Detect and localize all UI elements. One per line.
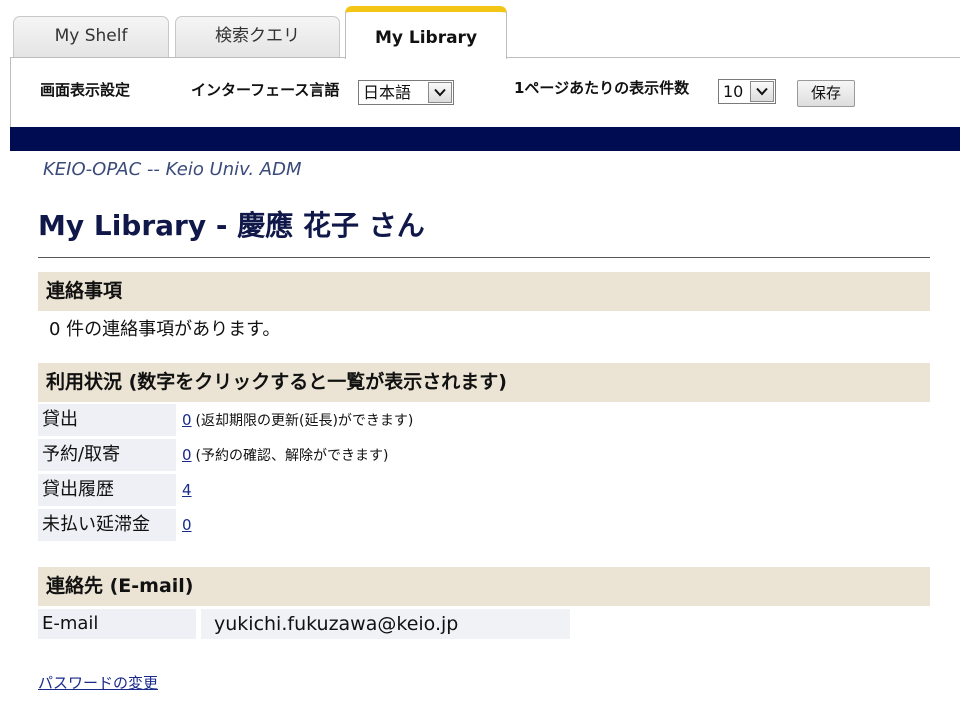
tab-search-query[interactable]: 検索クエリ <box>175 16 340 58</box>
usage-label-loans: 貸出 <box>38 404 176 436</box>
reservations-count-link[interactable]: 0 <box>182 446 192 464</box>
email-value: yukichi.fukuzawa@keio.jp <box>201 609 570 639</box>
usage-value-loan-history: 4 <box>182 474 192 506</box>
notices-heading: 連絡事項 <box>38 272 930 311</box>
reservations-note: (予約の確認、解除ができます) <box>195 448 389 464</box>
usage-label-loan-history: 貸出履歴 <box>38 474 176 506</box>
usage-value-loans: 0 (返却期限の更新(延長)ができます) <box>182 404 413 437</box>
display-settings-bar: 画面表示設定 インターフェース言語 日本語 1ページあたりの表示件数 10 保存 <box>10 57 960 127</box>
unpaid-fines-count-link[interactable]: 0 <box>182 516 192 534</box>
tab-my-library[interactable]: My Library <box>345 6 507 59</box>
notices-text: 0 件の連絡事項があります。 <box>49 319 281 340</box>
contact-heading: 連絡先 (E-mail) <box>38 567 930 606</box>
loans-note: (返却期限の更新(延長)ができます) <box>195 413 414 429</box>
opac-title: KEIO-OPAC -- Keio Univ. ADM <box>43 159 302 180</box>
change-password-link[interactable]: パスワードの変更 <box>38 672 158 693</box>
per-page-select[interactable]: 10 <box>718 79 776 104</box>
per-page-label: 1ページあたりの表示件数 <box>514 79 690 97</box>
chevron-down-icon <box>750 81 774 102</box>
interface-language-label: インターフェース言語 <box>191 81 340 99</box>
loan-history-count-link[interactable]: 4 <box>182 481 192 499</box>
my-library-page: My Shelf 検索クエリ My Library 画面表示設定 インターフェー… <box>0 0 960 704</box>
usage-heading: 利用状況 (数字をクリックすると一覧が表示されます) <box>38 363 930 402</box>
per-page-value: 10 <box>723 82 744 101</box>
save-button[interactable]: 保存 <box>797 80 855 107</box>
display-settings-label: 画面表示設定 <box>40 81 131 99</box>
interface-language-select[interactable]: 日本語 <box>358 80 454 105</box>
usage-value-reservations: 0 (予約の確認、解除ができます) <box>182 439 388 472</box>
interface-language-value: 日本語 <box>363 83 412 102</box>
usage-label-reservations: 予約/取寄 <box>38 439 176 471</box>
title-divider <box>38 257 930 258</box>
loans-count-link[interactable]: 0 <box>182 411 192 429</box>
header-divider-bar <box>10 127 960 151</box>
page-title: My Library - 慶應 花子 さん <box>38 209 425 242</box>
usage-value-unpaid-fines: 0 <box>182 509 192 541</box>
chevron-down-icon <box>428 82 452 103</box>
email-label: E-mail <box>38 609 196 639</box>
tab-my-shelf[interactable]: My Shelf <box>13 16 169 58</box>
usage-label-unpaid-fines: 未払い延滞金 <box>38 509 176 541</box>
